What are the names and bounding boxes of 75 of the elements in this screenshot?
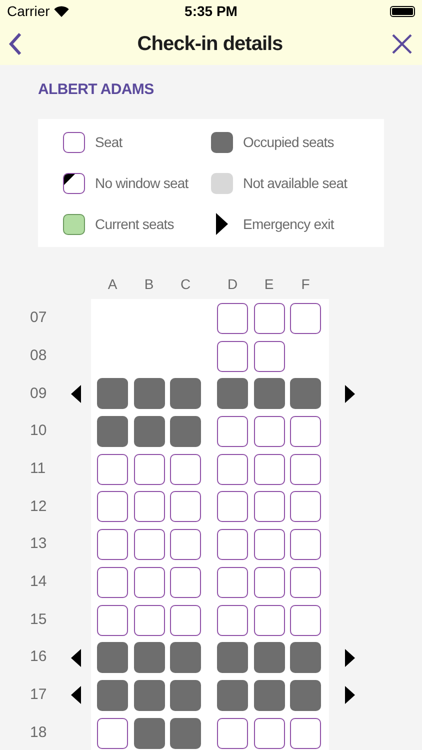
seat[interactable] xyxy=(217,566,248,598)
seat[interactable] xyxy=(217,340,248,372)
seat[interactable] xyxy=(290,491,321,522)
status-time: 5:35 PM xyxy=(184,2,238,20)
passenger-name: ALBERT ADAMS xyxy=(38,81,154,98)
legend-label: Occupied seats xyxy=(243,132,334,152)
seat[interactable] xyxy=(217,303,248,334)
seat[interactable] xyxy=(97,454,128,485)
row-number: 11 xyxy=(30,460,46,477)
column-label: C xyxy=(180,276,191,292)
row-number: 16 xyxy=(30,648,47,666)
carrier-label: Carrier xyxy=(7,2,50,20)
row-number: 13 xyxy=(30,535,47,552)
close-button[interactable] xyxy=(392,32,414,54)
column-label: D xyxy=(227,276,238,292)
seat[interactable] xyxy=(254,566,284,598)
seat[interactable] xyxy=(254,529,284,560)
seat[interactable] xyxy=(97,491,128,522)
seat[interactable] xyxy=(217,604,248,636)
row-number: 15 xyxy=(30,610,47,628)
row-number: 14 xyxy=(30,573,47,590)
seat[interactable] xyxy=(290,454,321,485)
seat[interactable] xyxy=(290,718,321,749)
seat[interactable] xyxy=(134,604,164,636)
legend-label: Current seats xyxy=(95,214,174,234)
legend-label: Seat xyxy=(95,132,122,152)
battery-icon xyxy=(390,6,415,16)
seat[interactable] xyxy=(217,529,248,560)
row-number: 09 xyxy=(30,384,47,402)
seat[interactable] xyxy=(217,454,248,485)
seat[interactable] xyxy=(97,566,128,598)
seat[interactable] xyxy=(170,604,201,636)
seat[interactable] xyxy=(254,718,284,749)
seat[interactable] xyxy=(63,132,85,152)
wifi-icon xyxy=(54,6,69,16)
row-number: 08 xyxy=(30,346,47,364)
seat[interactable] xyxy=(290,604,321,636)
seat[interactable] xyxy=(134,454,164,485)
row-number: 10 xyxy=(30,422,47,440)
legend-label: No window seat xyxy=(95,174,188,192)
row-number: 07 xyxy=(30,309,47,326)
legend-label: Emergency exit xyxy=(243,214,334,234)
seat[interactable] xyxy=(254,340,284,372)
seat[interactable] xyxy=(290,416,321,448)
seat[interactable] xyxy=(254,303,284,334)
seat[interactable] xyxy=(97,529,128,560)
seat[interactable] xyxy=(134,566,164,598)
seat[interactable] xyxy=(254,491,284,522)
row-number: 12 xyxy=(30,498,47,515)
seat[interactable] xyxy=(97,718,128,749)
seat[interactable] xyxy=(134,529,164,560)
seat[interactable] xyxy=(290,566,321,598)
seat[interactable] xyxy=(170,454,201,485)
seat[interactable] xyxy=(217,491,248,522)
column-label: B xyxy=(144,276,154,292)
page-title: Check-in details xyxy=(137,32,283,56)
seat[interactable] xyxy=(254,604,284,636)
seat[interactable] xyxy=(134,491,164,522)
legend-label: Not available seat xyxy=(243,174,348,192)
row-number: 18 xyxy=(30,724,47,741)
seat[interactable] xyxy=(254,416,284,448)
seat[interactable] xyxy=(97,604,128,636)
seat[interactable] xyxy=(217,416,248,448)
seat[interactable] xyxy=(170,491,201,522)
current-seat[interactable] xyxy=(63,214,85,234)
row-number: 17 xyxy=(30,686,47,704)
column-label: A xyxy=(108,276,118,292)
seat[interactable] xyxy=(217,718,248,749)
seat[interactable] xyxy=(170,566,201,598)
seat[interactable] xyxy=(170,529,201,560)
seat[interactable] xyxy=(290,529,321,560)
column-label: E xyxy=(264,276,274,292)
column-label: F xyxy=(301,276,310,292)
seat[interactable] xyxy=(254,454,284,485)
seat[interactable] xyxy=(290,303,321,334)
